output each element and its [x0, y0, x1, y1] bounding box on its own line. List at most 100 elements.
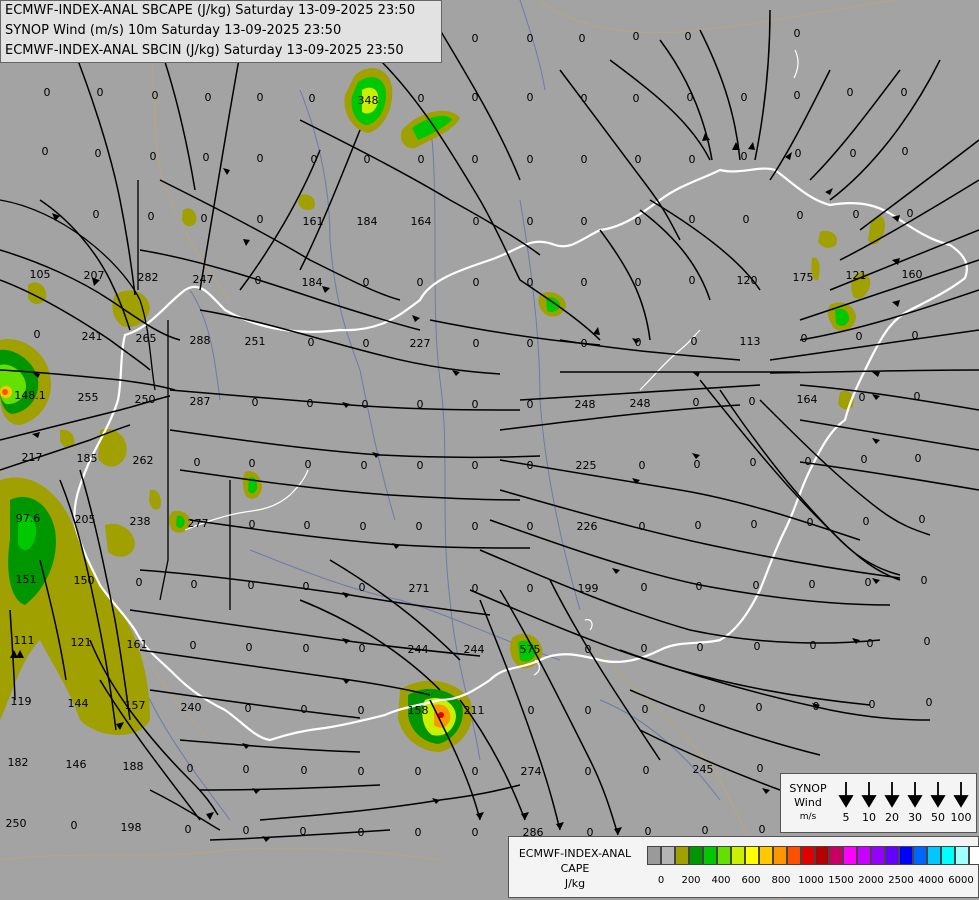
cape-legend-title: ECMWF-INDEX-ANAL CAPE J/kg — [511, 846, 639, 891]
cin-value-label: 0 — [693, 396, 700, 409]
cin-value-label: 0 — [528, 704, 535, 717]
cin-value-label: 0 — [869, 698, 876, 711]
cin-value-label: 0 — [810, 639, 817, 652]
cape-color-swatch — [955, 846, 969, 865]
cin-value-label: 144 — [68, 697, 89, 710]
cape-color-swatch — [969, 846, 979, 865]
cin-value-label: 0 — [152, 89, 159, 102]
cin-value-label: 0 — [307, 397, 314, 410]
cin-value-label: 0 — [472, 91, 479, 104]
cin-value-label: 0 — [795, 147, 802, 160]
cin-value-label: 0 — [252, 396, 259, 409]
cape-color-swatch — [703, 846, 717, 865]
cape-color-swatch — [689, 846, 703, 865]
cin-value-label: 0 — [853, 208, 860, 221]
cin-value-label: 0 — [865, 576, 872, 589]
cape-tick-label: 200 — [681, 875, 701, 886]
cin-value-label: 161 — [127, 638, 148, 651]
cin-value-label: 265 — [136, 332, 157, 345]
cin-value-label: 0 — [754, 640, 761, 653]
cin-value-label: 0 — [581, 337, 588, 350]
wind-legend-value: 5 — [842, 811, 850, 824]
cin-value-label: 238 — [130, 515, 151, 528]
cin-value-label: 0 — [473, 337, 480, 350]
cin-value-label: 161 — [303, 215, 324, 228]
cin-value-label: 255 — [78, 391, 99, 404]
cin-value-label: 0 — [527, 459, 534, 472]
cin-value-label: 0 — [93, 208, 100, 221]
cin-value-label: 0 — [797, 209, 804, 222]
cin-value-label: 0 — [303, 580, 310, 593]
cin-value-label: 251 — [245, 335, 266, 348]
cin-value-label: 0 — [697, 641, 704, 654]
cin-value-label: 157 — [125, 699, 146, 712]
cin-value-label: 205 — [75, 513, 96, 526]
cin-value-label: 121 — [846, 269, 867, 282]
cin-value-label: 0 — [867, 637, 874, 650]
title-panel: ECMWF-INDEX-ANAL SBCAPE (J/kg) Saturday … — [0, 0, 442, 63]
cin-value-label: 0 — [861, 453, 868, 466]
cin-value-label: 151 — [16, 573, 37, 586]
cin-value-label: 287 — [190, 395, 211, 408]
cin-value-label: 0 — [633, 30, 640, 43]
cin-value-label: 0 — [743, 213, 750, 226]
cin-value-label: 0 — [914, 390, 921, 403]
cin-value-label: 0 — [809, 578, 816, 591]
cin-value-label: 0 — [527, 215, 534, 228]
cin-value-label: 0 — [635, 153, 642, 166]
cin-value-label: 0 — [34, 328, 41, 341]
cin-value-label: 0 — [472, 765, 479, 778]
cin-value-label: 0 — [805, 455, 812, 468]
cin-value-label: 0 — [359, 581, 366, 594]
cin-value-label: 0 — [750, 456, 757, 469]
cin-value-label: 0 — [301, 703, 308, 716]
cape-tick-label: 6000 — [948, 875, 974, 886]
cape-color-swatch — [787, 846, 801, 865]
cin-value-label: 0 — [190, 639, 197, 652]
cin-value-label: 0 — [581, 215, 588, 228]
cin-value-label: 0 — [472, 398, 479, 411]
cin-value-label: 0 — [527, 91, 534, 104]
cape-color-swatch — [913, 846, 927, 865]
cin-value-label: 0 — [191, 578, 198, 591]
map-canvas: 000000348000000000000000062.900000000000… — [0, 0, 979, 900]
cape-color-swatch — [731, 846, 745, 865]
cin-value-label: 0 — [364, 153, 371, 166]
cin-value-label: 0 — [695, 519, 702, 532]
cin-value-label: 0 — [581, 153, 588, 166]
wind-legend-value: 20 — [885, 811, 899, 824]
cin-value-label: 262 — [133, 454, 154, 467]
cin-value-label: 0 — [639, 520, 646, 533]
cin-value-label: 0 — [257, 213, 264, 226]
cin-value-label: 0 — [527, 398, 534, 411]
cin-value-label: 575 — [520, 643, 541, 656]
cape-tick-label: 0 — [657, 875, 665, 886]
cin-value-label: 0 — [759, 823, 766, 836]
cin-value-label: 207 — [84, 269, 105, 282]
cin-value-label: 0 — [362, 398, 369, 411]
cin-value-label: 175 — [793, 271, 814, 284]
cin-value-label: 0 — [245, 702, 252, 715]
wind-legend-value: 50 — [931, 811, 945, 824]
cin-value-label: 225 — [576, 459, 597, 472]
cin-value-label: 160 — [902, 268, 923, 281]
cin-value-label: 0 — [185, 823, 192, 836]
cin-value-label: 217 — [22, 451, 43, 464]
cin-value-label: 0 — [363, 337, 370, 350]
cape-color-swatch — [829, 846, 843, 865]
wind-legend-value: 30 — [908, 811, 922, 824]
cin-value-label: 158 — [408, 704, 429, 717]
cin-value-label: 0 — [257, 91, 264, 104]
wind-legend-value: 10 — [862, 811, 876, 824]
cin-value-label: 0 — [472, 32, 479, 45]
wind-legend-title-1: SYNOP — [789, 782, 827, 795]
cin-value-label: 0 — [527, 32, 534, 45]
wind-legend-title: SYNOP Wind m/s — [783, 782, 833, 824]
cin-value-label: 0 — [801, 332, 808, 345]
cin-value-label: 0 — [308, 336, 315, 349]
cin-value-label: 0 — [689, 153, 696, 166]
cin-value-label: 0 — [361, 459, 368, 472]
cin-value-label: 188 — [123, 760, 144, 773]
cin-value-label: 240 — [181, 701, 202, 714]
cin-value-label: 0 — [136, 576, 143, 589]
